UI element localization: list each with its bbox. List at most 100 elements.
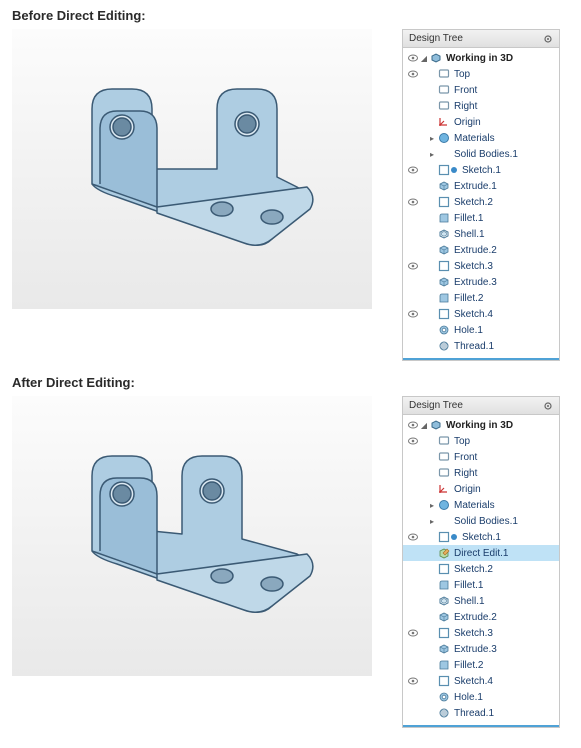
tree-item-label: Direct Edit.1: [451, 548, 508, 559]
tree-item-label: Sketch.1: [459, 532, 501, 543]
eye-icon[interactable]: [407, 54, 419, 62]
tree-title-bar: Design Tree: [403, 397, 559, 415]
tree-item[interactable]: Shell.1: [403, 593, 559, 609]
tree-item[interactable]: Top: [403, 66, 559, 82]
tree-item[interactable]: Sketch.3: [403, 625, 559, 641]
tree-item[interactable]: ▸Materials: [403, 130, 559, 146]
tree-item[interactable]: Sketch.1: [403, 529, 559, 545]
tree-item[interactable]: Fillet.2: [403, 657, 559, 673]
fillet-icon: [437, 659, 451, 671]
heading-before: Before Direct Editing:: [12, 8, 569, 23]
expander-icon[interactable]: ▸: [427, 150, 437, 159]
tree-item[interactable]: Shell.1: [403, 226, 559, 242]
tree-item[interactable]: Origin: [403, 114, 559, 130]
part-before: [62, 69, 322, 269]
tree-item[interactable]: Sketch.4: [403, 673, 559, 689]
tree-item-label: Sketch.3: [451, 628, 493, 639]
eye-icon[interactable]: [407, 198, 419, 206]
tree-item[interactable]: Sketch.4: [403, 306, 559, 322]
expander-icon[interactable]: ▸: [427, 517, 437, 526]
plane-icon: [437, 467, 451, 479]
tree-item[interactable]: Thread.1: [403, 705, 559, 721]
eye-icon[interactable]: [407, 421, 419, 429]
tree-item[interactable]: Top: [403, 433, 559, 449]
tree-item-label: Thread.1: [451, 708, 494, 719]
tree-item[interactable]: Extrude.1: [403, 178, 559, 194]
tree-item-label: Solid Bodies.1: [451, 149, 518, 160]
tree-item-label: Origin: [451, 484, 481, 495]
tree-item[interactable]: ▸ Solid Bodies.1: [403, 513, 559, 529]
collapse-arrow-icon[interactable]: ◢: [419, 54, 429, 63]
eye-icon[interactable]: [407, 677, 419, 685]
tree-item[interactable]: Sketch.2: [403, 561, 559, 577]
tree-item[interactable]: Right: [403, 98, 559, 114]
tree-item-label: Sketch.2: [451, 564, 493, 575]
tree-item[interactable]: Extrude.3: [403, 641, 559, 657]
eye-icon[interactable]: [407, 262, 419, 270]
sketch-icon: [437, 164, 451, 176]
tree-body-after: ◢Working in 3D Top Front Right Origin ▸Materi…: [403, 415, 559, 727]
tree-item-label: Solid Bodies.1: [451, 516, 518, 527]
tree-item-label: Front: [451, 85, 477, 96]
tree-root[interactable]: ◢ Working in 3D: [403, 50, 559, 66]
expander-icon[interactable]: ▸: [427, 134, 437, 143]
eye-icon[interactable]: [407, 310, 419, 318]
tree-item[interactable]: Fillet.1: [403, 577, 559, 593]
eye-icon[interactable]: [407, 70, 419, 78]
tree-item-label: Sketch.3: [451, 261, 493, 272]
tree-item-label: Origin: [451, 117, 481, 128]
eye-icon[interactable]: [407, 533, 419, 541]
tree-item-label: Fillet.2: [451, 293, 483, 304]
tree-item-label: Right: [451, 101, 477, 112]
tree-item[interactable]: Hole.1: [403, 689, 559, 705]
status-dot-icon: [451, 534, 457, 540]
gear-icon[interactable]: [543, 401, 553, 411]
tree-item[interactable]: Direct Edit.1: [403, 545, 559, 561]
gear-icon[interactable]: [543, 34, 553, 44]
tree-item[interactable]: Extrude.2: [403, 242, 559, 258]
origin-icon: [437, 483, 451, 495]
tree-item[interactable]: Extrude.3: [403, 274, 559, 290]
tree-item-label: Sketch.4: [451, 309, 493, 320]
tree-item[interactable]: Origin: [403, 481, 559, 497]
tree-item[interactable]: Extrude.2: [403, 609, 559, 625]
tree-item[interactable]: Hole.1: [403, 322, 559, 338]
status-dot-icon: [451, 167, 457, 173]
heading-after: After Direct Editing:: [12, 375, 569, 390]
tree-item[interactable]: Thread.1: [403, 338, 559, 354]
tree-item[interactable]: Fillet.1: [403, 210, 559, 226]
part3d-icon: [429, 52, 443, 64]
eye-icon[interactable]: [407, 166, 419, 174]
expander-icon[interactable]: ▸: [427, 501, 437, 510]
tree-item[interactable]: Fillet.2: [403, 290, 559, 306]
tree-item[interactable]: Sketch.1: [403, 162, 559, 178]
tree-item-label: Hole.1: [451, 325, 483, 336]
tree-root-label: Working in 3D: [443, 53, 513, 64]
tree-item[interactable]: Sketch.3: [403, 258, 559, 274]
tree-item[interactable]: Front: [403, 449, 559, 465]
extrude-icon: [437, 611, 451, 623]
eye-icon[interactable]: [407, 437, 419, 445]
tree-item[interactable]: ▸ Solid Bodies.1: [403, 146, 559, 162]
design-tree-panel-after: Design Tree ◢Working in 3D Top Front Right O…: [402, 396, 560, 728]
viewport-after: [12, 396, 372, 676]
tree-item[interactable]: ▸Materials: [403, 497, 559, 513]
tree-item-label: Sketch.4: [451, 676, 493, 687]
tree-item[interactable]: Sketch.2: [403, 194, 559, 210]
materials-icon: [437, 132, 451, 144]
tree-title-label: Design Tree: [409, 400, 463, 411]
tree-item-label: Extrude.3: [451, 644, 497, 655]
tree-item[interactable]: Front: [403, 82, 559, 98]
tree-item-label: Extrude.2: [451, 612, 497, 623]
plane-icon: [437, 435, 451, 447]
sketch-icon: [437, 196, 451, 208]
eye-icon[interactable]: [407, 629, 419, 637]
tree-item[interactable]: Right: [403, 465, 559, 481]
tree-item-label: Right: [451, 468, 477, 479]
tree-item-label: Front: [451, 452, 477, 463]
collapse-arrow-icon[interactable]: ◢: [419, 421, 429, 430]
tree-item-label: Shell.1: [451, 229, 485, 240]
tree-root[interactable]: ◢Working in 3D: [403, 417, 559, 433]
sketch-icon: [437, 260, 451, 272]
tree-item-label: Top: [451, 436, 470, 447]
